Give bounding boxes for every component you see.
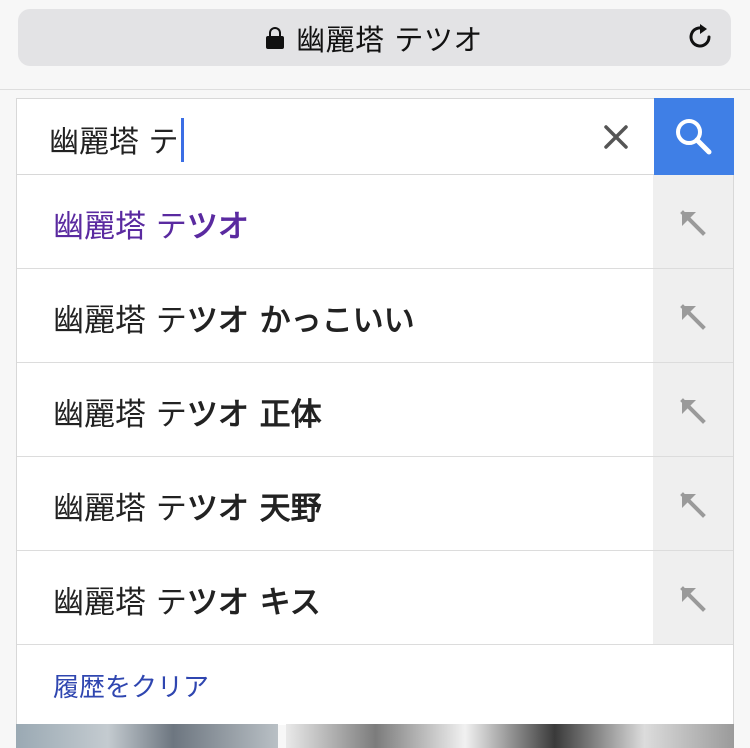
suggestion-list: 幽麗塔 テツオ 幽麗塔 テツオ かっこいい 幽麗塔 テツオ 正体 幽麗塔 テツオ — [16, 175, 734, 725]
suggestion-item[interactable]: 幽麗塔 テツオ — [17, 175, 733, 269]
arrow-up-left-icon — [680, 586, 706, 612]
reload-icon[interactable] — [687, 23, 715, 51]
fill-query-button[interactable] — [653, 175, 733, 268]
suggestion-text: 幽麗塔 テツオ かっこいい — [53, 303, 415, 339]
suggestion-text: 幽麗塔 テツオ 正体 — [53, 397, 322, 433]
arrow-up-left-icon — [680, 398, 706, 424]
search-input-text: 幽麗塔 テ — [49, 117, 184, 162]
close-icon[interactable] — [601, 122, 631, 152]
result-thumbnail[interactable] — [16, 724, 278, 748]
arrow-up-left-icon — [680, 304, 706, 330]
text-caret — [180, 118, 184, 162]
result-thumbnail[interactable] — [286, 724, 734, 748]
address-bar-text: 幽麗塔 テツオ — [296, 22, 483, 57]
address-bar-content: 幽麗塔 テツオ — [18, 9, 731, 66]
suggestion-item[interactable]: 幽麗塔 テツオ キス — [17, 551, 733, 645]
fill-query-button[interactable] — [653, 269, 733, 362]
search-input[interactable]: 幽麗塔 テ — [16, 98, 654, 175]
suggestion-text: 幽麗塔 テツオ — [53, 209, 249, 245]
browser-top-bar: 幽麗塔 テツオ — [0, 0, 750, 90]
suggestion-text: 幽麗塔 テツオ 天野 — [53, 491, 322, 527]
suggestion-item[interactable]: 幽麗塔 テツオ 天野 — [17, 457, 733, 551]
arrow-up-left-icon — [680, 492, 706, 518]
suggestion-text: 幽麗塔 テツオ キス — [53, 585, 321, 621]
fill-query-button[interactable] — [653, 363, 733, 456]
suggestion-item[interactable]: 幽麗塔 テツオ 正体 — [17, 363, 733, 457]
suggestion-item[interactable]: 幽麗塔 テツオ かっこいい — [17, 269, 733, 363]
fill-query-button[interactable] — [653, 457, 733, 550]
search-icon — [676, 119, 712, 155]
arrow-up-left-icon — [680, 210, 706, 236]
clear-history-link[interactable]: 履歴をクリア — [53, 667, 209, 704]
search-button[interactable] — [654, 98, 734, 175]
fill-query-button[interactable] — [653, 551, 733, 644]
address-bar[interactable]: 幽麗塔 テツオ — [18, 9, 731, 66]
lock-icon — [266, 26, 285, 49]
search-bar: 幽麗塔 テ — [16, 98, 734, 175]
clear-history-row: 履歴をクリア — [17, 645, 733, 725]
